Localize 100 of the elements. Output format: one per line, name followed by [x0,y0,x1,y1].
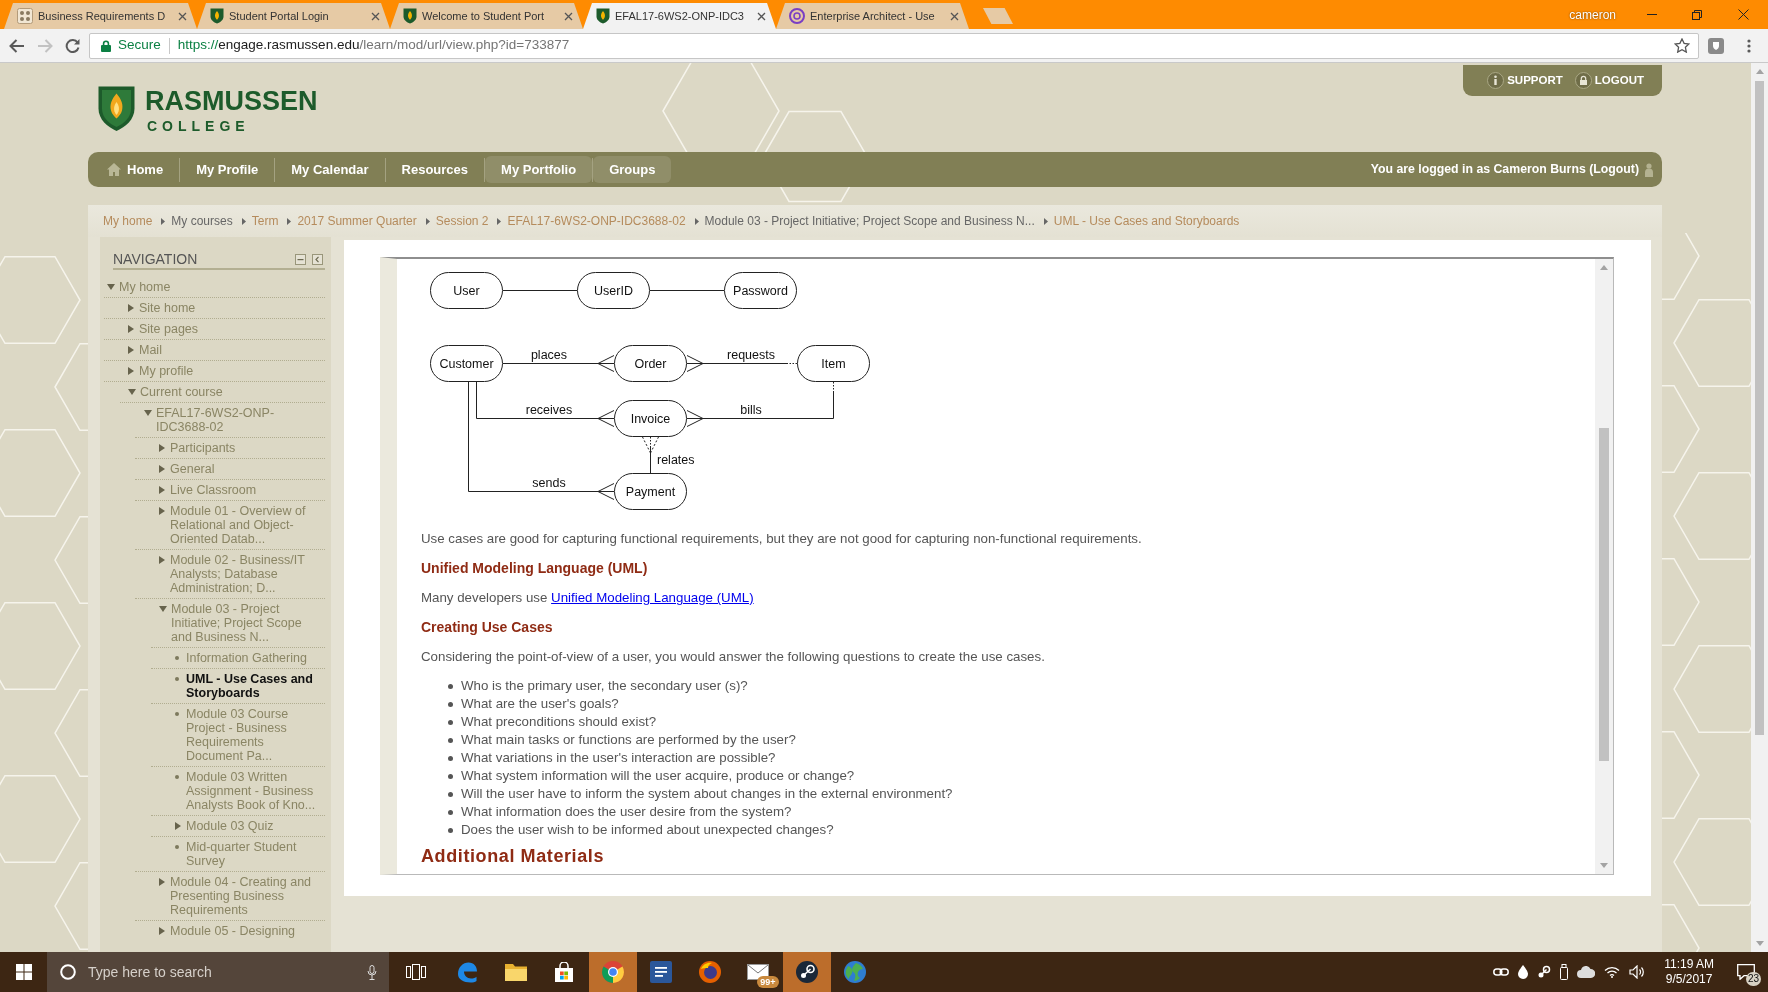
bullet-icon [448,827,453,833]
tree-item[interactable]: My home [104,277,325,297]
menu-link[interactable]: Home [90,152,180,187]
menu-link[interactable]: Groups [593,156,672,183]
drop-icon[interactable] [1518,965,1529,979]
stick-drive-icon[interactable] [1560,964,1569,980]
count-badge: 99+ [757,976,779,988]
caret-right-icon[interactable] [159,927,165,935]
breadcrumb-link[interactable]: UML - Use Cases and Storyboards [1053,212,1240,230]
circle-icon [60,964,76,980]
caret-down-icon[interactable] [159,606,167,612]
tree-item[interactable]: Site home [104,297,325,318]
tree-item[interactable]: Live Classroom [135,479,325,500]
tree-item[interactable]: Module 04 - Creating and Presenting Business Requirements [135,871,325,920]
breadcrumb-link[interactable]: Term [251,212,279,230]
breadcrumb-link[interactable]: Session 2 [435,212,489,230]
browser-tab[interactable]: Student Portal Login [197,3,390,29]
caret-right-icon[interactable] [175,822,181,830]
top-link[interactable]: SUPPORT [1487,71,1563,90]
inline-link[interactable]: Unified Modeling Language (UML) [551,590,754,605]
wifi-icon[interactable] [1604,966,1621,978]
search-box[interactable]: Type here to search [47,952,389,992]
caret-down-icon[interactable] [107,284,115,290]
tree-item[interactable]: EFAL17-6WS2-ONP-IDC3688-02 [120,402,325,437]
breadcrumb-link[interactable]: 2017 Summer Quarter [297,212,417,230]
close-icon[interactable] [1738,9,1749,20]
menu-link[interactable]: My Profile [180,152,275,187]
tree-item[interactable]: Participants [135,437,325,458]
tree-item[interactable]: Module 01 - Overview of Relational and Object-Oriented Datab... [135,500,325,549]
caret-right-icon[interactable] [159,486,165,494]
browser-tab[interactable]: Welcome to Student Port [390,3,583,29]
tree-item[interactable]: Module 03 Course Project - Business Requirements Document Pa... [151,703,325,766]
tree-item[interactable]: Module 03 Written Assignment - Business Analysts Book of Kno... [151,766,325,815]
tree-item[interactable]: General [135,458,325,479]
tree-item[interactable]: Module 02 - Business/IT Analysts; Database Administration; D... [135,549,325,598]
caret-right-icon[interactable] [128,346,134,354]
menu-icon[interactable] [1747,38,1751,53]
caret-right-icon[interactable] [128,304,134,312]
speaker-icon[interactable] [1629,965,1646,979]
microphone-icon[interactable] [367,964,377,980]
extension-icon[interactable] [1708,37,1724,54]
caret-right-icon[interactable] [159,444,165,452]
browser-tab[interactable]: EFAL17-6WS2-ONP-IDC3 [583,3,776,29]
caret-right-icon[interactable] [128,325,134,333]
caret-right-icon[interactable] [159,507,165,515]
tree-item[interactable]: Information Gathering [151,647,325,668]
menu-link[interactable]: My Calendar [275,152,385,187]
taskbar-app-button[interactable] [588,952,637,992]
taskbar-clock[interactable]: 11:19 AM 9/5/2017 [1664,957,1714,987]
caret-right-icon[interactable] [159,878,165,886]
close-icon[interactable] [950,11,959,21]
restore-icon[interactable] [1692,9,1702,20]
breadcrumb-arrow-icon [287,217,292,225]
knob-circle-icon[interactable] [1537,965,1552,979]
menu-link[interactable]: My Portfolio [485,156,593,183]
breadcrumb-link[interactable]: My home [103,212,153,230]
tree-item[interactable]: My profile [104,360,325,381]
browser-tab[interactable]: Business Requirements D [4,3,197,29]
taskbar-app-button[interactable] [782,952,831,992]
breadcrumb-link[interactable]: EFAL17-6WS2-ONP-IDC3688-02 [507,212,686,230]
scrollbar-thumb[interactable] [1755,81,1764,735]
close-icon[interactable] [564,11,573,21]
tree-item[interactable]: Mail [104,339,325,360]
tree-item[interactable]: UML - Use Cases and Storyboards [151,668,325,703]
search-field[interactable]: Type here to search [88,962,355,982]
caret-down-icon[interactable] [144,410,152,416]
envelope-icon [747,964,770,980]
profile-name[interactable]: cameron [1569,5,1616,24]
bullet-icon [448,791,453,797]
star-icon[interactable] [1674,38,1690,53]
close-icon[interactable] [757,11,766,21]
caret-right-icon[interactable] [159,556,165,564]
cloud-icon[interactable] [1577,966,1596,978]
tree-item[interactable]: Site pages [104,318,325,339]
close-icon[interactable] [371,11,380,21]
close-icon[interactable] [178,11,187,21]
taskbar-app-button[interactable]: 99+ [734,952,783,992]
tree-item[interactable]: Module 03 - Project Initiative; Project Scope and Business N... [135,598,325,647]
reload-icon[interactable] [65,38,80,53]
tree-item[interactable]: Current course [104,381,325,402]
address-bar[interactable]: Secure https://engage.rasmussen.edu/learn/mod/url/view.php?id=733877 [89,32,1699,59]
collapse-icon[interactable] [295,253,306,265]
caret-right-icon[interactable] [128,367,134,375]
back-icon[interactable] [9,38,25,53]
caret-right-icon[interactable] [159,465,165,473]
menu-link[interactable]: Resources [385,152,485,187]
tree-item[interactable]: Module 03 Quiz [151,815,325,836]
caret-down-icon[interactable] [128,389,136,395]
dock-icon[interactable] [312,253,323,265]
task-view-icon[interactable] [406,964,426,980]
bullet-icon [448,809,453,815]
shopping-bag-icon [554,962,575,982]
tree-item[interactable]: Mid-quarter Student Survey [151,836,325,871]
chain-link-icon[interactable] [1493,967,1510,977]
start-icon[interactable] [15,964,32,980]
person-icon [1645,162,1653,177]
scrollbar-thumb[interactable] [1599,428,1609,761]
browser-tab[interactable]: Enterprise Architect - Use [776,3,969,29]
top-link[interactable]: LOGOUT [1574,71,1644,90]
tree-item[interactable]: Module 05 - Designing [135,920,325,941]
